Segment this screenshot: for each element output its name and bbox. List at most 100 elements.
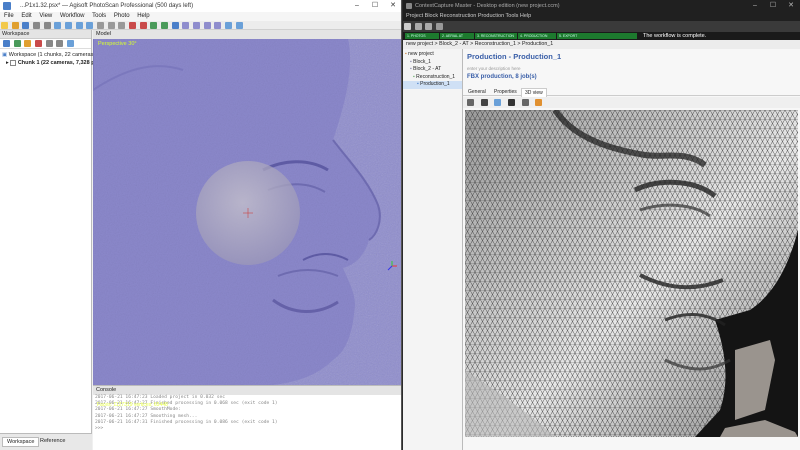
contextcapture-app-icon	[406, 3, 412, 9]
free-selection-icon[interactable]	[86, 22, 94, 29]
search-icon[interactable]	[67, 40, 75, 47]
menu-tools[interactable]: Tools	[92, 13, 106, 19]
workflow-step: 2. AERIAL AT	[440, 33, 474, 39]
workspace-root-item[interactable]: ▣ Workspace (1 chunks, 22 cameras)	[2, 51, 95, 59]
3d-view-toolbar	[463, 97, 800, 108]
rotate-object-icon[interactable]	[107, 22, 115, 29]
workflow-status-message: The workflow is complete.	[643, 33, 707, 39]
zoom-out-icon[interactable]	[161, 22, 169, 29]
tab-workspace[interactable]: Workspace	[2, 437, 40, 447]
project-icon: ▪	[405, 51, 407, 57]
minimize-icon[interactable]: –	[746, 0, 764, 12]
tab-general[interactable]: General	[465, 88, 489, 96]
workflow-step: 5. EXPORT	[557, 33, 637, 39]
model-solid-icon[interactable]	[193, 22, 201, 29]
contextcapture-menubar[interactable]: Project Block Reconstruction Production …	[403, 12, 800, 21]
description-field[interactable]: enter your description here	[467, 66, 521, 71]
enable-item-icon[interactable]	[45, 40, 53, 47]
contextcapture-titlebar: ContextCapture Master - Desktop edition …	[403, 0, 800, 12]
reset-view-icon[interactable]	[171, 22, 179, 29]
model-textured-icon[interactable]	[214, 22, 222, 29]
redo-icon[interactable]	[43, 22, 51, 29]
close-icon[interactable]: ✕	[782, 0, 800, 12]
maximize-icon[interactable]: ☐	[366, 0, 384, 12]
chunk-checkbox[interactable]	[10, 59, 17, 66]
axis-indicator-icon	[387, 261, 397, 271]
show-cameras-icon[interactable]	[225, 22, 233, 29]
menu-view[interactable]: View	[39, 13, 52, 19]
maximize-icon[interactable]: ☐	[764, 0, 782, 12]
model-view[interactable]: Model Perspective 30° Faces: 1127319 ver…	[93, 30, 401, 408]
menu-file[interactable]: File	[4, 13, 14, 19]
camera-icon[interactable]	[508, 99, 516, 106]
face-mesh-render	[93, 39, 401, 385]
zoom-in-icon[interactable]	[150, 22, 158, 29]
photoscan-window: ...P1x1.32.psx* — Agisoft PhotoScan Prof…	[0, 0, 402, 450]
console-output: 2017-06-21 16:47:23 Loaded project in 0.…	[93, 395, 401, 432]
contextcapture-window: ContextCapture Master - Desktop edition …	[403, 0, 800, 450]
new-project-icon[interactable]	[1, 22, 8, 29]
add-photos-icon[interactable]	[13, 40, 21, 47]
add-folder-icon[interactable]	[24, 40, 32, 47]
move-object-icon[interactable]	[97, 22, 105, 29]
tree-item-production[interactable]: ▪ Production_1	[403, 81, 462, 89]
tree-item-block[interactable]: ▪ Block_1	[403, 59, 462, 67]
disable-item-icon[interactable]	[56, 40, 64, 47]
expand-arrow-icon[interactable]: ▸	[6, 60, 9, 66]
production-icon: ▪	[417, 81, 419, 87]
production-tabs: General Properties 3D view	[463, 87, 800, 97]
rectangle-selection-icon[interactable]	[65, 22, 73, 29]
menu-photo[interactable]: Photo	[114, 13, 130, 19]
workflow-step: 3. RECONSTRUCTION	[475, 33, 517, 39]
circle-selection-icon[interactable]	[75, 22, 83, 29]
navigate-icon[interactable]	[494, 99, 502, 106]
menu-edit[interactable]: Edit	[21, 13, 31, 19]
open-project-icon[interactable]	[414, 23, 422, 30]
tree-item-block[interactable]: ▪ Block_2 - AT	[403, 66, 462, 74]
wireframe-mesh-render	[465, 110, 798, 437]
console-prompt[interactable]: >>>	[95, 426, 401, 432]
console-header: Console	[93, 386, 401, 395]
tree-item-project[interactable]: ▪ new project	[403, 51, 462, 59]
grid-icon[interactable]	[480, 99, 488, 106]
reconstruction-icon: ▪	[413, 73, 415, 80]
production-info: FBX production, 8 job(s)	[467, 74, 537, 80]
new-project-icon[interactable]	[404, 23, 411, 30]
model-wireframe-icon[interactable]	[203, 22, 211, 29]
workspace-bottom-tabs: Workspace Reference	[0, 433, 92, 450]
save-project-icon[interactable]	[425, 23, 433, 30]
add-chunk-icon[interactable]	[3, 40, 10, 47]
crop-selection-icon[interactable]	[139, 22, 147, 29]
undo-icon[interactable]	[33, 22, 41, 29]
workspace-toolbar	[0, 39, 91, 49]
delete-selection-icon[interactable]	[129, 22, 137, 29]
scale-object-icon[interactable]	[118, 22, 126, 29]
chunk-item[interactable]: ▸ Chunk 1 (22 cameras, 7,328 poin	[2, 59, 103, 67]
save-icon[interactable]	[22, 22, 30, 29]
reset-view-icon[interactable]	[521, 99, 529, 106]
minimize-icon[interactable]: –	[348, 0, 366, 12]
measure-icon[interactable]	[535, 99, 543, 106]
job-queue-icon[interactable]	[436, 23, 444, 30]
remove-items-icon[interactable]	[35, 40, 43, 47]
menu-help[interactable]: Help	[137, 13, 149, 19]
contextcapture-window-title: ContextCapture Master - Desktop edition …	[415, 3, 560, 9]
menu-workflow[interactable]: Workflow	[60, 13, 85, 19]
open-folder-icon[interactable]	[11, 22, 19, 29]
model-shaded-icon[interactable]	[182, 22, 190, 29]
workspace-panel: Workspace ▣ Workspace (1 chunks, 22 came…	[0, 30, 103, 433]
tab-3d-view[interactable]: 3D view	[521, 88, 547, 97]
show-region-icon[interactable]	[235, 22, 243, 29]
tab-properties[interactable]: Properties	[491, 88, 520, 96]
console-panel: Console 2017-06-21 16:47:23 Loaded proje…	[93, 385, 401, 450]
tree-item-reconstruction[interactable]: ▪ Reconstruction_1	[403, 74, 462, 82]
close-icon[interactable]: ✕	[384, 0, 401, 12]
navigation-icon[interactable]	[54, 22, 62, 29]
3d-view-canvas[interactable]	[465, 110, 798, 437]
layers-icon[interactable]	[467, 99, 474, 106]
tab-reference[interactable]: Reference	[36, 437, 69, 445]
workspace-icon: ▣	[2, 52, 8, 58]
breadcrumb[interactable]: new project > Block_2 - AT > Reconstruct…	[403, 40, 800, 49]
mesh-stats-label: Faces: 1127319 vertices: 65448	[97, 402, 168, 408]
workflow-status-bar: 1. PHOTOS 2. AERIAL AT 3. RECONSTRUCTION…	[403, 32, 800, 40]
